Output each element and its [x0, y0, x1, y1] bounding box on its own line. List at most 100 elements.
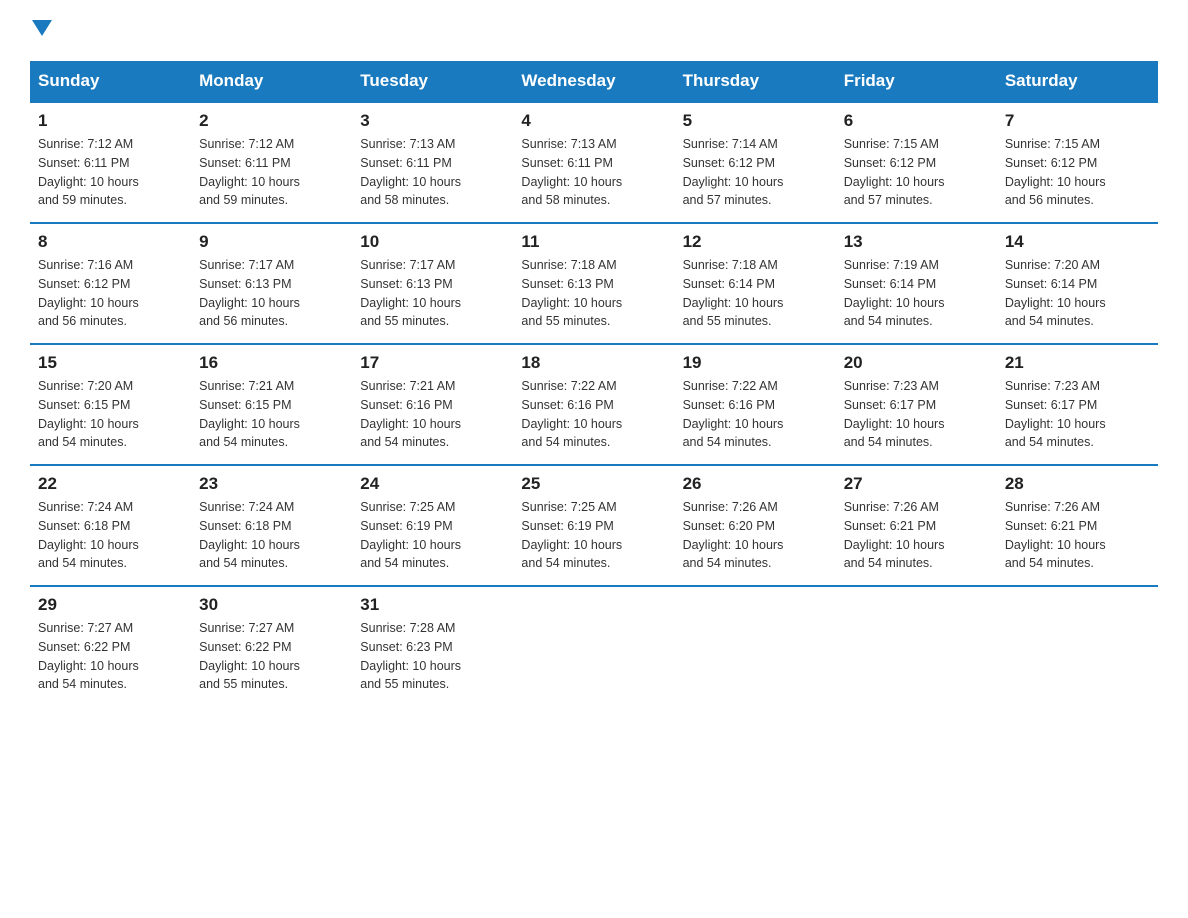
day-number: 8	[38, 232, 183, 252]
calendar-day-cell: 14 Sunrise: 7:20 AMSunset: 6:14 PMDaylig…	[997, 223, 1158, 344]
calendar-day-cell: 2 Sunrise: 7:12 AMSunset: 6:11 PMDayligh…	[191, 102, 352, 223]
day-info: Sunrise: 7:18 AMSunset: 6:14 PMDaylight:…	[683, 256, 828, 331]
day-number: 26	[683, 474, 828, 494]
calendar-week-row: 29 Sunrise: 7:27 AMSunset: 6:22 PMDaylig…	[30, 586, 1158, 706]
calendar-day-cell: 26 Sunrise: 7:26 AMSunset: 6:20 PMDaylig…	[675, 465, 836, 586]
calendar-day-cell: 1 Sunrise: 7:12 AMSunset: 6:11 PMDayligh…	[30, 102, 191, 223]
calendar-day-cell: 19 Sunrise: 7:22 AMSunset: 6:16 PMDaylig…	[675, 344, 836, 465]
day-number: 9	[199, 232, 344, 252]
calendar-week-row: 1 Sunrise: 7:12 AMSunset: 6:11 PMDayligh…	[30, 102, 1158, 223]
calendar-day-cell: 12 Sunrise: 7:18 AMSunset: 6:14 PMDaylig…	[675, 223, 836, 344]
day-info: Sunrise: 7:22 AMSunset: 6:16 PMDaylight:…	[521, 377, 666, 452]
day-info: Sunrise: 7:27 AMSunset: 6:22 PMDaylight:…	[199, 619, 344, 694]
calendar-day-cell: 5 Sunrise: 7:14 AMSunset: 6:12 PMDayligh…	[675, 102, 836, 223]
day-info: Sunrise: 7:16 AMSunset: 6:12 PMDaylight:…	[38, 256, 183, 331]
day-info: Sunrise: 7:15 AMSunset: 6:12 PMDaylight:…	[844, 135, 989, 210]
day-info: Sunrise: 7:20 AMSunset: 6:15 PMDaylight:…	[38, 377, 183, 452]
day-number: 28	[1005, 474, 1150, 494]
calendar-day-cell: 9 Sunrise: 7:17 AMSunset: 6:13 PMDayligh…	[191, 223, 352, 344]
calendar-day-cell: 30 Sunrise: 7:27 AMSunset: 6:22 PMDaylig…	[191, 586, 352, 706]
day-number: 4	[521, 111, 666, 131]
day-number: 17	[360, 353, 505, 373]
day-number: 21	[1005, 353, 1150, 373]
col-header-sunday: Sunday	[30, 61, 191, 102]
day-info: Sunrise: 7:26 AMSunset: 6:21 PMDaylight:…	[1005, 498, 1150, 573]
calendar-day-cell: 21 Sunrise: 7:23 AMSunset: 6:17 PMDaylig…	[997, 344, 1158, 465]
day-info: Sunrise: 7:24 AMSunset: 6:18 PMDaylight:…	[199, 498, 344, 573]
day-number: 14	[1005, 232, 1150, 252]
calendar-empty-cell	[513, 586, 674, 706]
calendar-day-cell: 6 Sunrise: 7:15 AMSunset: 6:12 PMDayligh…	[836, 102, 997, 223]
calendar-day-cell: 28 Sunrise: 7:26 AMSunset: 6:21 PMDaylig…	[997, 465, 1158, 586]
col-header-thursday: Thursday	[675, 61, 836, 102]
calendar-day-cell: 16 Sunrise: 7:21 AMSunset: 6:15 PMDaylig…	[191, 344, 352, 465]
day-info: Sunrise: 7:25 AMSunset: 6:19 PMDaylight:…	[521, 498, 666, 573]
day-info: Sunrise: 7:21 AMSunset: 6:16 PMDaylight:…	[360, 377, 505, 452]
calendar-day-cell: 3 Sunrise: 7:13 AMSunset: 6:11 PMDayligh…	[352, 102, 513, 223]
day-number: 22	[38, 474, 183, 494]
calendar-day-cell: 24 Sunrise: 7:25 AMSunset: 6:19 PMDaylig…	[352, 465, 513, 586]
logo-arrow-icon	[32, 20, 52, 36]
day-number: 13	[844, 232, 989, 252]
day-number: 5	[683, 111, 828, 131]
day-number: 31	[360, 595, 505, 615]
day-info: Sunrise: 7:28 AMSunset: 6:23 PMDaylight:…	[360, 619, 505, 694]
day-info: Sunrise: 7:12 AMSunset: 6:11 PMDaylight:…	[38, 135, 183, 210]
day-info: Sunrise: 7:23 AMSunset: 6:17 PMDaylight:…	[844, 377, 989, 452]
calendar-day-cell: 20 Sunrise: 7:23 AMSunset: 6:17 PMDaylig…	[836, 344, 997, 465]
day-info: Sunrise: 7:26 AMSunset: 6:20 PMDaylight:…	[683, 498, 828, 573]
calendar-day-cell: 23 Sunrise: 7:24 AMSunset: 6:18 PMDaylig…	[191, 465, 352, 586]
day-number: 27	[844, 474, 989, 494]
calendar-day-cell: 11 Sunrise: 7:18 AMSunset: 6:13 PMDaylig…	[513, 223, 674, 344]
calendar-day-cell: 22 Sunrise: 7:24 AMSunset: 6:18 PMDaylig…	[30, 465, 191, 586]
day-number: 12	[683, 232, 828, 252]
day-info: Sunrise: 7:22 AMSunset: 6:16 PMDaylight:…	[683, 377, 828, 452]
logo	[30, 20, 52, 41]
calendar-day-cell: 15 Sunrise: 7:20 AMSunset: 6:15 PMDaylig…	[30, 344, 191, 465]
day-info: Sunrise: 7:23 AMSunset: 6:17 PMDaylight:…	[1005, 377, 1150, 452]
calendar-day-cell: 31 Sunrise: 7:28 AMSunset: 6:23 PMDaylig…	[352, 586, 513, 706]
day-number: 10	[360, 232, 505, 252]
day-info: Sunrise: 7:14 AMSunset: 6:12 PMDaylight:…	[683, 135, 828, 210]
day-number: 30	[199, 595, 344, 615]
page-header	[30, 20, 1158, 41]
day-info: Sunrise: 7:26 AMSunset: 6:21 PMDaylight:…	[844, 498, 989, 573]
calendar-day-cell: 18 Sunrise: 7:22 AMSunset: 6:16 PMDaylig…	[513, 344, 674, 465]
calendar-day-cell: 8 Sunrise: 7:16 AMSunset: 6:12 PMDayligh…	[30, 223, 191, 344]
day-info: Sunrise: 7:25 AMSunset: 6:19 PMDaylight:…	[360, 498, 505, 573]
day-info: Sunrise: 7:27 AMSunset: 6:22 PMDaylight:…	[38, 619, 183, 694]
day-info: Sunrise: 7:13 AMSunset: 6:11 PMDaylight:…	[360, 135, 505, 210]
col-header-friday: Friday	[836, 61, 997, 102]
day-info: Sunrise: 7:15 AMSunset: 6:12 PMDaylight:…	[1005, 135, 1150, 210]
day-number: 19	[683, 353, 828, 373]
day-number: 18	[521, 353, 666, 373]
calendar-week-row: 22 Sunrise: 7:24 AMSunset: 6:18 PMDaylig…	[30, 465, 1158, 586]
day-info: Sunrise: 7:17 AMSunset: 6:13 PMDaylight:…	[360, 256, 505, 331]
day-number: 23	[199, 474, 344, 494]
day-info: Sunrise: 7:13 AMSunset: 6:11 PMDaylight:…	[521, 135, 666, 210]
day-number: 24	[360, 474, 505, 494]
calendar-day-cell: 27 Sunrise: 7:26 AMSunset: 6:21 PMDaylig…	[836, 465, 997, 586]
calendar-day-cell: 7 Sunrise: 7:15 AMSunset: 6:12 PMDayligh…	[997, 102, 1158, 223]
day-info: Sunrise: 7:20 AMSunset: 6:14 PMDaylight:…	[1005, 256, 1150, 331]
day-info: Sunrise: 7:12 AMSunset: 6:11 PMDaylight:…	[199, 135, 344, 210]
day-info: Sunrise: 7:24 AMSunset: 6:18 PMDaylight:…	[38, 498, 183, 573]
calendar-week-row: 15 Sunrise: 7:20 AMSunset: 6:15 PMDaylig…	[30, 344, 1158, 465]
day-number: 16	[199, 353, 344, 373]
col-header-tuesday: Tuesday	[352, 61, 513, 102]
day-number: 20	[844, 353, 989, 373]
day-info: Sunrise: 7:17 AMSunset: 6:13 PMDaylight:…	[199, 256, 344, 331]
day-number: 7	[1005, 111, 1150, 131]
day-number: 11	[521, 232, 666, 252]
calendar-week-row: 8 Sunrise: 7:16 AMSunset: 6:12 PMDayligh…	[30, 223, 1158, 344]
day-number: 6	[844, 111, 989, 131]
calendar-day-cell: 29 Sunrise: 7:27 AMSunset: 6:22 PMDaylig…	[30, 586, 191, 706]
day-number: 29	[38, 595, 183, 615]
col-header-monday: Monday	[191, 61, 352, 102]
col-header-wednesday: Wednesday	[513, 61, 674, 102]
calendar-day-cell: 4 Sunrise: 7:13 AMSunset: 6:11 PMDayligh…	[513, 102, 674, 223]
calendar-table: SundayMondayTuesdayWednesdayThursdayFrid…	[30, 61, 1158, 706]
day-number: 15	[38, 353, 183, 373]
calendar-day-cell: 10 Sunrise: 7:17 AMSunset: 6:13 PMDaylig…	[352, 223, 513, 344]
day-info: Sunrise: 7:18 AMSunset: 6:13 PMDaylight:…	[521, 256, 666, 331]
